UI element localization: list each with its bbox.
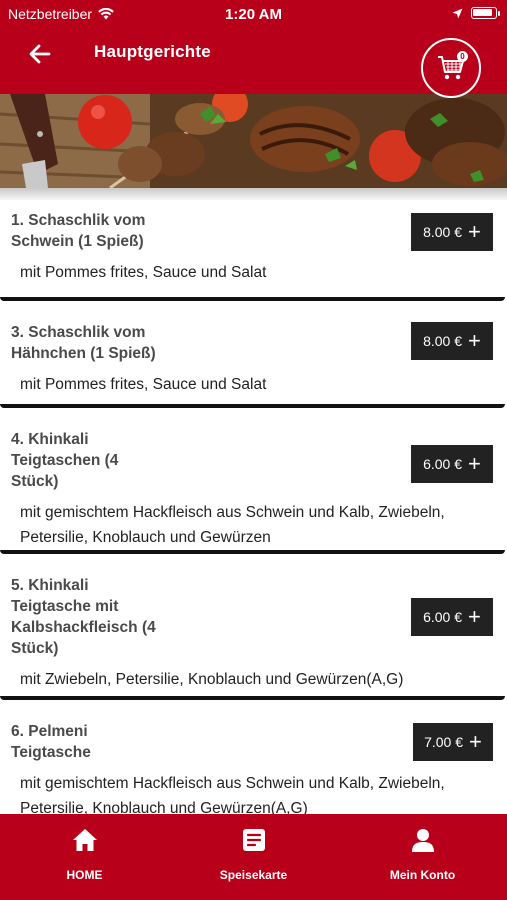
status-right xyxy=(452,7,500,19)
battery-fill xyxy=(473,9,492,16)
menu-item: 6. Pelmeni Teigtasche mit gemischtem Hac… xyxy=(0,711,507,815)
nav-account[interactable]: Mein Konto xyxy=(338,814,507,900)
menu-item-name: 4. Khinkali Teigtaschen (4 Stück) xyxy=(11,431,119,490)
menu-item-price: 7.00 € xyxy=(424,734,464,750)
menu-item-description: mit Pommes frites, Sauce und Salat xyxy=(20,376,267,393)
user-icon xyxy=(411,829,434,852)
menu-item-name: 5. Khinkali Teigtasche mit Kalbshackflei… xyxy=(11,577,156,657)
arrow-left-icon xyxy=(29,44,51,64)
plus-icon: + xyxy=(468,219,481,244)
add-to-cart-button[interactable]: 7.00 € + xyxy=(413,723,493,761)
battery-icon xyxy=(471,7,500,19)
location-arrow-icon xyxy=(452,8,463,18)
plus-icon: + xyxy=(468,328,481,353)
nav-speisekarte-label: Speisekarte xyxy=(219,868,288,882)
document-icon xyxy=(242,829,265,851)
menu-item-price: 6.00 € xyxy=(423,456,463,472)
plus-icon: + xyxy=(469,729,482,754)
nav-account-label: Mein Konto xyxy=(389,868,456,882)
status-time: 1:20 AM xyxy=(225,6,282,23)
nav-speisekarte[interactable]: Speisekarte xyxy=(169,814,338,900)
back-button[interactable] xyxy=(22,36,58,72)
menu-item-description: mit gemischtem Hackfleisch aus Schwein u… xyxy=(20,775,445,815)
menu-item: 4. Khinkali Teigtaschen (4 Stück) mit ge… xyxy=(0,419,507,550)
nav-home-label: HOME xyxy=(66,868,103,882)
cart-button[interactable]: 0 xyxy=(421,38,481,98)
home-icon xyxy=(72,829,97,851)
add-to-cart-button[interactable]: 8.00 € + xyxy=(411,322,493,360)
nav-home[interactable]: HOME xyxy=(0,814,169,900)
bottom-navigation: HOME Speisekarte Mein Konto xyxy=(0,814,507,900)
menu-item-name: 3. Schaschlik vom Hähnchen (1 Spieß) xyxy=(11,324,156,362)
menu-item-price: 8.00 € xyxy=(423,333,463,349)
menu-item-price: 6.00 € xyxy=(423,609,463,625)
add-to-cart-button[interactable]: 8.00 € + xyxy=(411,213,493,251)
add-to-cart-button[interactable]: 6.00 € + xyxy=(411,598,493,636)
add-to-cart-button[interactable]: 6.00 € + xyxy=(411,445,493,483)
banner-illustration xyxy=(0,94,507,188)
category-banner-image xyxy=(0,94,507,188)
cart-count-badge: 0 xyxy=(457,51,468,62)
menu-item-description: mit Pommes frites, Sauce und Salat xyxy=(20,264,267,281)
menu-item-name: 6. Pelmeni Teigtasche xyxy=(11,723,91,761)
menu-item: 1. Schaschlik vom Schwein (1 Spieß) mit … xyxy=(0,200,507,297)
menu-item: 5. Khinkali Teigtasche mit Kalbshackflei… xyxy=(0,565,507,696)
status-bar: Netzbetreiber 1:20 AM xyxy=(0,0,507,30)
menu-list: 1. Schaschlik vom Schwein (1 Spieß) mit … xyxy=(0,200,507,815)
menu-item-description: mit Zwiebeln, Petersilie, Knoblauch und … xyxy=(20,671,404,688)
menu-item: 3. Schaschlik vom Hähnchen (1 Spieß) mit… xyxy=(0,312,507,404)
page-title: Hauptgerichte xyxy=(94,42,211,61)
app-header: Hauptgerichte 0 xyxy=(0,30,507,98)
menu-item-price: 8.00 € xyxy=(423,224,463,240)
plus-icon: + xyxy=(468,604,481,629)
menu-item-name: 1. Schaschlik vom Schwein (1 Spieß) xyxy=(11,212,146,250)
plus-icon: + xyxy=(468,451,481,476)
menu-item-description: mit gemischtem Hackfleisch aus Schwein u… xyxy=(20,504,445,546)
